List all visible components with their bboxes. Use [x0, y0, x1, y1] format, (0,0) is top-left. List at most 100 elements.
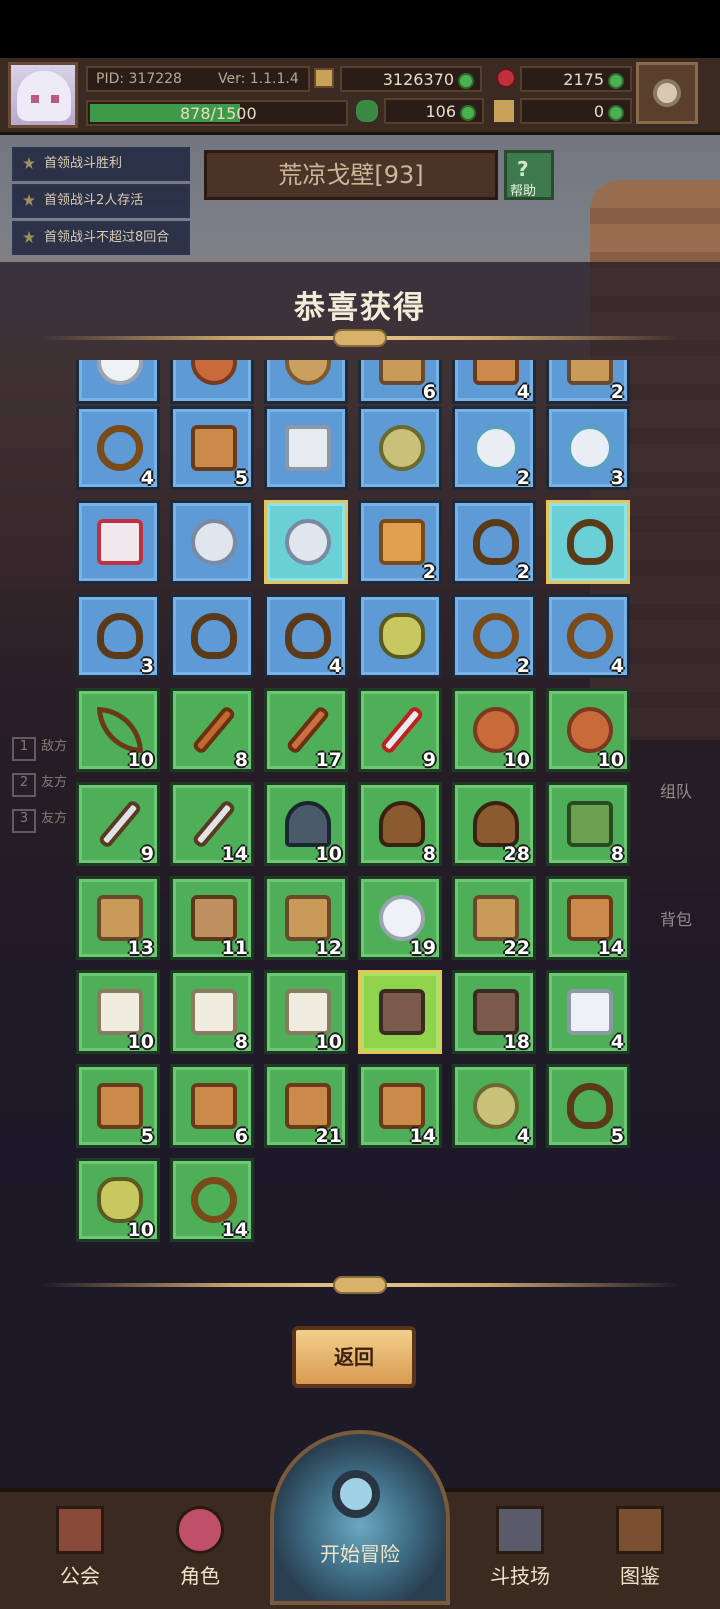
reward-item-armor[interactable]: 22	[452, 876, 536, 960]
add-gold-icon[interactable]	[458, 73, 474, 89]
reward-item-necklace[interactable]: 4	[264, 594, 348, 678]
reward-item-armor[interactable]: 12	[264, 876, 348, 960]
reward-item-boots[interactable]: 14	[546, 876, 630, 960]
item-count: 2	[610, 381, 624, 403]
reward-item-boots[interactable]: 21	[264, 1064, 348, 1148]
reward-item-ring[interactable]: 4	[76, 406, 160, 490]
add-gems-icon[interactable]	[608, 73, 624, 89]
reward-item-necklace[interactable]	[170, 594, 254, 678]
question-icon: ?	[517, 157, 529, 181]
reward-item-coin[interactable]: 4	[452, 1064, 536, 1148]
item-count: 6	[234, 1125, 248, 1147]
reward-item-armor[interactable]: 13	[76, 876, 160, 960]
reward-item-potion[interactable]	[358, 594, 442, 678]
nav-arena[interactable]: 斗技场	[460, 1500, 580, 1600]
reward-item-armor[interactable]: 6	[358, 360, 442, 404]
reward-item-boots[interactable]: 6	[170, 1064, 254, 1148]
reward-item-crystal[interactable]	[264, 500, 348, 584]
reward-item-necklace[interactable]: 3	[76, 594, 160, 678]
item-count: 2	[516, 467, 530, 489]
reward-item-boots[interactable]: 5	[76, 1064, 160, 1148]
reward-item-boots[interactable]: 4	[452, 360, 536, 404]
item-count: 28	[503, 843, 530, 865]
reward-item-hood[interactable]: 28	[452, 782, 536, 866]
reward-item-belt[interactable]: 4	[546, 970, 630, 1054]
settings-button[interactable]	[636, 62, 698, 124]
reward-item-shield[interactable]: 10	[546, 688, 630, 772]
reward-item-plate[interactable]	[76, 360, 160, 404]
item-count: 10	[127, 749, 154, 771]
reward-item-gem-disc[interactable]: 3	[546, 406, 630, 490]
reward-item-boots[interactable]: 14	[358, 1064, 442, 1148]
add-keys-icon[interactable]	[608, 105, 624, 121]
nav-collection[interactable]: 图鉴	[580, 1500, 700, 1600]
necklace-icon	[473, 519, 519, 565]
gold-value: 3126370	[382, 70, 454, 89]
reward-item-greave[interactable]	[264, 406, 348, 490]
player-avatar[interactable]	[8, 62, 78, 128]
nav-character[interactable]: 角色	[140, 1500, 260, 1600]
nav-guild[interactable]: 公会	[20, 1500, 140, 1600]
reward-item-gem-disc[interactable]: 2	[452, 406, 536, 490]
reward-item-shield[interactable]	[170, 360, 254, 404]
add-clover-icon[interactable]	[460, 105, 476, 121]
reward-item-glove[interactable]: 10	[264, 970, 348, 1054]
reward-item-plate[interactable]: 19	[358, 876, 442, 960]
item-count: 10	[127, 1219, 154, 1241]
reward-item-dagger[interactable]: 9	[76, 782, 160, 866]
glove-icon	[191, 989, 237, 1035]
nav-label: 角色	[180, 1564, 220, 1588]
return-button[interactable]: 返回	[292, 1326, 416, 1388]
reward-item-armor[interactable]: 2	[546, 360, 630, 404]
item-count: 5	[234, 467, 248, 489]
version-label: Ver: 1.1.1.4	[218, 71, 299, 87]
reward-item-boots[interactable]: 5	[170, 406, 254, 490]
reward-item-potion[interactable]: 10	[76, 1158, 160, 1242]
reward-item-coat[interactable]: 11	[170, 876, 254, 960]
pid-version-box: PID: 317228 Ver: 1.1.1.4	[86, 66, 310, 92]
item-count: 14	[409, 1125, 436, 1147]
reward-item-glove[interactable]: 8	[170, 970, 254, 1054]
reward-item-staff[interactable]: 8	[170, 688, 254, 772]
reward-item-sword[interactable]: 9	[358, 688, 442, 772]
reward-item-necklace[interactable]: 5	[546, 1064, 630, 1148]
reward-item-necklace[interactable]: 2	[452, 500, 536, 584]
item-count: 18	[503, 1031, 530, 1053]
reward-item-star[interactable]: 2	[358, 500, 442, 584]
help-button[interactable]: ? 帮助	[504, 150, 554, 200]
reward-item-coin[interactable]	[358, 406, 442, 490]
sword-icon	[379, 704, 425, 756]
item-count: 4	[610, 655, 624, 677]
reward-item-crystal[interactable]	[170, 500, 254, 584]
quest-text: 首领战斗2人存活	[44, 193, 144, 208]
reward-item-hat[interactable]: 10	[264, 782, 348, 866]
reward-item-dagger[interactable]: 14	[170, 782, 254, 866]
reward-item-heart-box[interactable]	[76, 500, 160, 584]
armor-icon	[473, 895, 519, 941]
reward-item-glove[interactable]: 10	[76, 970, 160, 1054]
book-icon	[616, 1506, 664, 1554]
plate-icon	[379, 895, 425, 941]
item-count: 3	[610, 467, 624, 489]
boots-icon	[97, 1083, 143, 1129]
reward-item-grid: 6 4 2 4 5 2 3 2 2 3 4 2 4 10 8 17 9 10 10 9 14 10 8 28 8 13 11 12 19…	[0, 360, 720, 1272]
reward-item-necklace[interactable]	[546, 500, 630, 584]
reward-item-ring[interactable]: 2	[452, 594, 536, 678]
hood-icon	[473, 801, 519, 847]
coin-icon	[379, 425, 425, 471]
character-icon	[176, 1506, 224, 1554]
reward-item-bowl[interactable]	[264, 360, 348, 404]
reward-item-shield[interactable]: 10	[452, 688, 536, 772]
reward-item-bow[interactable]: 10	[76, 688, 160, 772]
reward-item-bracer[interactable]	[358, 970, 442, 1054]
reward-item-ring[interactable]: 14	[170, 1158, 254, 1242]
reward-item-cloak[interactable]: 8	[546, 782, 630, 866]
reward-item-hood[interactable]: 8	[358, 782, 442, 866]
reward-item-wand[interactable]: 17	[264, 688, 348, 772]
reward-item-bracer[interactable]: 18	[452, 970, 536, 1054]
crystal-icon	[191, 519, 237, 565]
divider-ornament	[333, 1276, 387, 1294]
reward-item-ring[interactable]: 4	[546, 594, 630, 678]
nav-start-adventure[interactable]: 开始冒险	[270, 1430, 450, 1605]
pid-label: PID: 317228	[96, 71, 182, 87]
